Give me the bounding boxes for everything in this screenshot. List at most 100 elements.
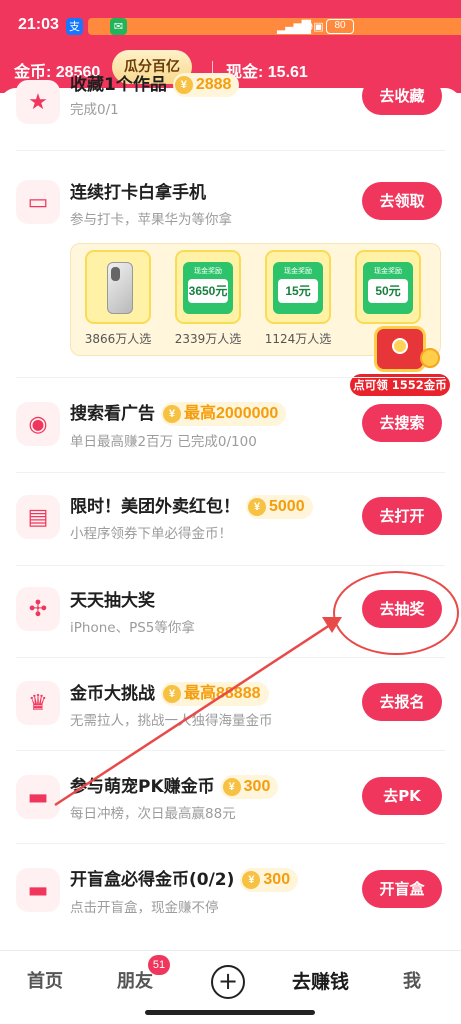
task-title-text: 收藏1个作品 <box>70 75 167 95</box>
coin-icon: ¥ <box>163 685 181 703</box>
treasure-chest-icon[interactable] <box>366 318 442 380</box>
task-title: 金币大挑战 ¥ 最高88888 <box>70 679 269 706</box>
reward-amount: 300 <box>263 871 291 888</box>
divider <box>16 377 445 378</box>
shop-icon: ▤ <box>16 495 60 539</box>
open-button[interactable]: 去打开 <box>362 497 442 535</box>
reward-amount: 5000 <box>269 498 305 515</box>
task-title-text: 搜索看广告 <box>70 404 155 424</box>
blind-box-icon: ▬ <box>16 868 60 912</box>
highlight-circle-annotation <box>333 571 459 655</box>
lottery-wheel-icon: ✣ <box>16 587 60 631</box>
divider <box>16 843 445 844</box>
tab-home[interactable]: 首页 <box>27 967 63 993</box>
task-row: ★ 收藏1个作品 ¥2888 完成0/1 去收藏 <box>0 70 461 140</box>
task-title: 参与萌宠PK赚金币 ¥300 <box>70 772 279 799</box>
cash-ticket-icon: 现金奖励 3650元 <box>183 262 233 314</box>
search-play-icon: ◉ <box>16 402 60 446</box>
task-subtitle: 每日冲榜，次日最高赢88元 <box>70 806 236 822</box>
task-title: 天天抽大奖 <box>70 591 155 611</box>
trophy-icon: ♛ <box>16 681 60 725</box>
task-subtitle: 参与打卡，苹果华为等你拿 <box>70 212 232 228</box>
divider <box>16 150 445 151</box>
task-row: ◉ 搜索看广告 ¥ 最高2000000 单日最高赚2百万 已完成0/100 去搜索 <box>0 398 461 458</box>
collect-button[interactable]: 去收藏 <box>362 77 442 115</box>
task-row: ▬ 参与萌宠PK赚金币 ¥300 每日冲榜，次日最高赢88元 去PK <box>0 771 461 831</box>
ticket-amount: 15元 <box>278 279 318 303</box>
divider <box>16 472 445 473</box>
task-subtitle: 单日最高赚2百万 已完成0/100 <box>70 434 257 450</box>
prize-caption: 3866万人选 <box>84 332 152 346</box>
app-notification-icon: ▣ <box>88 18 461 35</box>
pet-red-box-icon: ▬ <box>16 775 60 819</box>
wifi-icon: ◔ <box>301 18 314 34</box>
prize-caption: 1124万人选 <box>264 332 332 346</box>
reward-pill: ¥ 最高88888 <box>161 682 269 706</box>
battery-icon: 80 <box>326 19 354 34</box>
reward-pill: ¥300 <box>220 775 279 799</box>
prize-cash[interactable]: 现金奖励 15元 <box>265 250 331 324</box>
divider <box>16 565 445 566</box>
coin-icon: ¥ <box>163 405 181 423</box>
prize-cash[interactable]: 现金奖励 50元 <box>355 250 421 324</box>
home-indicator <box>145 1010 315 1015</box>
earn-coins-page: 21:03 支 ▣ ✉ ▂▄▆█ ◔ 80 金币: 28560 瓜分百亿 现金:… <box>0 0 461 1024</box>
task-title-text: 金币大挑战 <box>70 684 155 704</box>
gift-card-icon: ▭ <box>16 180 60 224</box>
chest-lock-icon <box>392 338 408 354</box>
status-time: 21:03 <box>18 16 59 33</box>
ticket-label: 现金奖励 <box>194 267 222 275</box>
task-title: 搜索看广告 ¥ 最高2000000 <box>70 399 287 426</box>
reward-pill: ¥ 最高2000000 <box>161 402 287 426</box>
chest-coin-icon <box>420 348 440 368</box>
tab-earn[interactable]: 去赚钱 <box>292 967 349 994</box>
task-subtitle: iPhone、PS5等你拿 <box>70 620 195 636</box>
task-title-text: 限时！美团外卖红包！ <box>70 497 240 517</box>
task-subtitle: 完成0/1 <box>70 102 119 118</box>
task-row: ♛ 金币大挑战 ¥ 最高88888 无需拉人，挑战一人独得海量金币 去报名 <box>0 678 461 738</box>
prize-phone[interactable] <box>85 250 151 324</box>
reward-pill: ¥2888 <box>172 73 240 97</box>
reward-amount: 最高2000000 <box>184 405 279 422</box>
task-title: 限时！美团外卖红包！ ¥5000 <box>70 492 313 519</box>
status-bar: 21:03 支 ▣ ✉ ▂▄▆█ ◔ 80 <box>0 0 461 44</box>
tab-friends[interactable]: 朋友 <box>117 967 153 993</box>
reward-amount: 300 <box>243 778 271 795</box>
reward-pill: ¥300 <box>240 868 299 892</box>
reward-amount: 最高88888 <box>184 685 261 702</box>
prize-cash[interactable]: 现金奖励 3650元 <box>175 250 241 324</box>
task-title-text: 开盲盒必得金币(0/2) <box>70 870 235 890</box>
star-icon: ★ <box>16 80 60 124</box>
reward-pill: ¥5000 <box>246 495 313 519</box>
task-subtitle: 无需拉人，挑战一人独得海量金币 <box>70 713 273 729</box>
ticket-label: 现金奖励 <box>284 267 312 275</box>
task-title-text: 参与萌宠PK赚金币 <box>70 777 215 797</box>
cash-ticket-icon: 现金奖励 15元 <box>273 262 323 314</box>
task-subtitle: 点击开盲盒，现金赚不停 <box>70 900 219 916</box>
phone-icon <box>107 262 133 314</box>
divider <box>16 750 445 751</box>
coin-icon: ¥ <box>222 778 241 796</box>
coin-icon: ¥ <box>174 76 193 94</box>
claim-button[interactable]: 去领取 <box>362 182 442 220</box>
coin-icon: ¥ <box>248 498 266 516</box>
add-button[interactable]: + <box>211 965 245 999</box>
task-row: ▬ 开盲盒必得金币(0/2) ¥300 点击开盲盒，现金赚不停 开盲盒 <box>0 864 461 924</box>
cash-ticket-icon: 现金奖励 50元 <box>363 262 413 314</box>
task-title: 收藏1个作品 ¥2888 <box>70 70 240 97</box>
signup-button[interactable]: 去报名 <box>362 683 442 721</box>
friends-badge: 51 <box>148 955 170 975</box>
task-row: ▭ 连续打卡白拿手机 参与打卡，苹果华为等你拿 去领取 <box>0 170 461 230</box>
tab-me[interactable]: 我 <box>403 967 421 993</box>
ticket-amount: 50元 <box>368 279 408 303</box>
coin-icon: ¥ <box>242 871 261 889</box>
wechat-notification-icon: ✉ <box>110 18 127 35</box>
reward-amount: 2888 <box>195 76 232 93</box>
task-title: 开盲盒必得金币(0/2) ¥300 <box>70 865 299 892</box>
pk-button[interactable]: 去PK <box>362 777 442 815</box>
task-title: 连续打卡白拿手机 <box>70 183 206 203</box>
open-blind-box-button[interactable]: 开盲盒 <box>362 870 442 908</box>
search-button[interactable]: 去搜索 <box>362 404 442 442</box>
ticket-label: 现金奖励 <box>374 267 402 275</box>
task-row: ▤ 限时！美团外卖红包！ ¥5000 小程序领券下单必得金币！ 去打开 <box>0 492 461 552</box>
